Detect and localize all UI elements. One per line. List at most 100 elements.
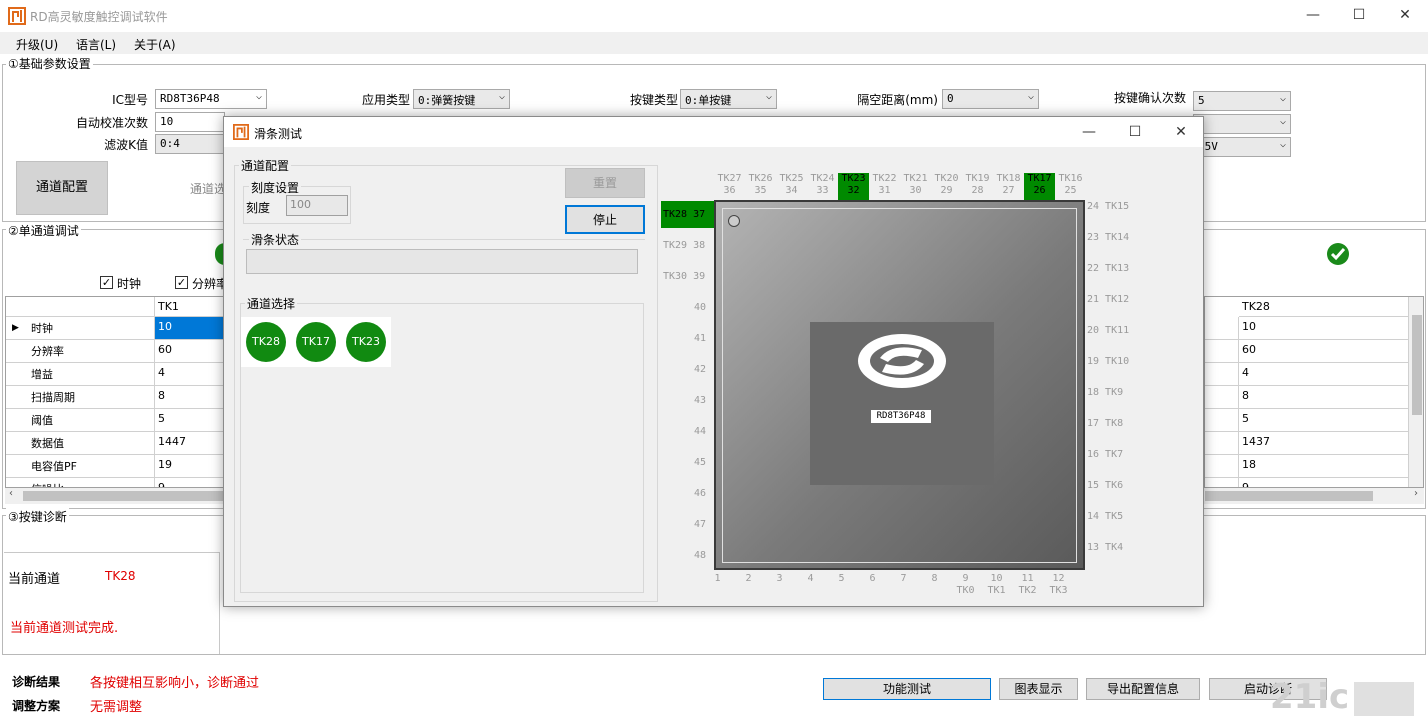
table-cell-tk28[interactable]: 60 xyxy=(1239,340,1409,363)
table-cell-tk28[interactable]: 5 xyxy=(1239,409,1409,432)
export-config-button[interactable]: 导出配置信息 xyxy=(1086,678,1200,700)
pin-bottom: 11 TK2 xyxy=(1012,573,1043,597)
table-cell-tk1[interactable]: 1447 xyxy=(155,432,223,455)
pin-bottom: 12 TK3 xyxy=(1043,573,1074,597)
extra-select-1[interactable]: ⌵ xyxy=(1193,114,1291,134)
table-cell-spacer xyxy=(1205,455,1239,478)
pin-right: 23 TK14 xyxy=(1087,232,1130,243)
table-cell-tk1[interactable]: 8 xyxy=(155,386,223,409)
channel-button-tk17[interactable]: TK17 xyxy=(296,322,336,362)
table-cell-tk28[interactable]: 4 xyxy=(1239,363,1409,386)
table-cell-spacer xyxy=(1205,386,1239,409)
pin-left: 41 xyxy=(693,333,706,344)
table-cell-tk1[interactable]: 10 xyxy=(155,317,223,340)
pin-right: 15 TK6 xyxy=(1087,480,1124,491)
pin-name: TK27 xyxy=(717,173,742,184)
pin-right: 13 TK4 xyxy=(1087,542,1124,553)
pin-number: 1 xyxy=(714,573,721,584)
row-pointer-icon: ▶ xyxy=(12,323,19,333)
resolution-checkbox[interactable]: ✓ xyxy=(175,276,188,289)
pin-bottom: 4 xyxy=(795,573,826,585)
table-row-label: 信噪比 xyxy=(6,478,155,487)
pin-number: 4 xyxy=(807,573,814,584)
table-cell-tk28[interactable]: 8 xyxy=(1239,386,1409,409)
pin-bottom: 9 TK0 xyxy=(950,573,981,597)
table-cell-tk28[interactable]: 1437 xyxy=(1239,432,1409,455)
auto-cal-label: 自动校准次数 xyxy=(75,116,148,130)
dialog-maximize-icon[interactable]: ☐ xyxy=(1112,117,1158,145)
channel-config-button[interactable]: 通道配置 xyxy=(16,161,108,215)
app-logo-icon xyxy=(8,7,26,25)
adjust-value: 无需调整 xyxy=(90,700,143,715)
ic-model-select[interactable]: RD8T36P48 ⌵ xyxy=(155,89,267,109)
function-test-button[interactable]: 功能测试 xyxy=(823,678,991,700)
chip-body: RD8T36P48 xyxy=(714,200,1085,570)
air-gap-select[interactable]: 0 ⌵ xyxy=(942,89,1039,109)
pin-top-tk18: TK18 27 xyxy=(993,173,1024,201)
current-channel-value: TK28 xyxy=(105,569,136,583)
table-row-label: 电容值PF xyxy=(6,455,155,478)
pin-left: 46 xyxy=(693,488,706,499)
chevron-down-icon: ⌵ xyxy=(765,91,772,102)
menu-language[interactable]: 语言(L) xyxy=(76,36,116,53)
table-cell-tk28[interactable]: 9 xyxy=(1239,478,1409,487)
maximize-icon[interactable]: ☐ xyxy=(1336,0,1382,32)
pin-left: 40 xyxy=(693,302,706,313)
channel-select-partial-label: 通道选 xyxy=(190,182,227,196)
table-cell-tk28[interactable]: 10 xyxy=(1239,317,1409,340)
dialog-close-icon[interactable]: ✕ xyxy=(1158,117,1204,145)
pin-bottom: 5 xyxy=(826,573,857,585)
confirm-count-select[interactable]: 5 ⌵ xyxy=(1193,91,1291,111)
reset-button[interactable]: 重置 xyxy=(565,168,645,198)
pin1-marker-icon xyxy=(728,215,740,227)
slider-status-title: 滑条状态 xyxy=(249,231,302,248)
auto-cal-input[interactable]: 10 xyxy=(155,112,225,132)
table-cell-tk1[interactable]: 19 xyxy=(155,455,223,478)
pin-number: 11 xyxy=(1021,573,1034,584)
pin-right: 21 TK12 xyxy=(1087,294,1130,305)
app-type-select[interactable]: 0:弹簧按键 ⌵ xyxy=(413,89,510,109)
voltage-select[interactable]: :5V ⌵ xyxy=(1193,137,1291,157)
pin-name: TK25 xyxy=(779,173,804,184)
close-icon[interactable]: ✕ xyxy=(1382,0,1428,32)
clock-checkbox-label: 时钟 xyxy=(117,277,142,291)
channel-button-tk28[interactable]: TK28 xyxy=(246,322,286,362)
pin-left: TK28 37 xyxy=(661,201,714,228)
clock-checkbox[interactable]: ✓ xyxy=(100,276,113,289)
table-cell-tk1[interactable]: 4 xyxy=(155,363,223,386)
company-logo-icon xyxy=(858,334,946,388)
stop-button[interactable]: 停止 xyxy=(565,205,645,234)
key-type-select[interactable]: 0:单按键 ⌵ xyxy=(680,89,777,109)
dialog-title: 滑条测试 xyxy=(254,127,303,141)
menu-about[interactable]: 关于(A) xyxy=(134,36,176,53)
pin-top-tk23: TK23 32 xyxy=(838,173,869,201)
pin-name: TK17 xyxy=(1027,173,1052,184)
diag-result-value: 各按键相互影响小，诊断通过 xyxy=(90,676,260,691)
table-cell-spacer xyxy=(1205,340,1239,363)
pin-number: 28 xyxy=(971,185,984,196)
check-circle-icon xyxy=(1327,243,1349,265)
pin-number: 2 xyxy=(745,573,752,584)
pin-top-tk26: TK26 35 xyxy=(745,173,776,201)
pin-right: 22 TK13 xyxy=(1087,263,1130,274)
table-cell-tk28[interactable]: 18 xyxy=(1239,455,1409,478)
table-cell-tk1[interactable]: 60 xyxy=(155,340,223,363)
vertical-scrollbar[interactable] xyxy=(1409,297,1423,487)
filter-k-select[interactable]: 0:4 xyxy=(155,134,225,154)
dialog-title-bar: 滑条测试 — ☐ ✕ xyxy=(224,117,1203,147)
channel-button-tk23[interactable]: TK23 xyxy=(346,322,386,362)
table-row-label: 扫描周期 xyxy=(6,386,155,409)
pin-number: 31 xyxy=(878,185,891,196)
pin-bottom: 10 TK1 xyxy=(981,573,1012,597)
pin-right: 24 TK15 xyxy=(1087,201,1130,212)
table-cell-tk1[interactable]: 5 xyxy=(155,409,223,432)
dialog-minimize-icon[interactable]: — xyxy=(1066,117,1112,145)
scale-settings-title: 刻度设置 xyxy=(249,179,302,196)
menu-upgrade[interactable]: 升级(U) xyxy=(16,36,58,53)
chart-display-button[interactable]: 图表显示 xyxy=(999,678,1078,700)
scale-input[interactable]: 100 xyxy=(286,195,348,216)
pin-top-tk20: TK20 29 xyxy=(931,173,962,201)
minimize-icon[interactable]: — xyxy=(1290,0,1336,32)
pin-number: 32 xyxy=(847,185,860,196)
table-cell-tk1[interactable]: 9 xyxy=(155,478,223,487)
